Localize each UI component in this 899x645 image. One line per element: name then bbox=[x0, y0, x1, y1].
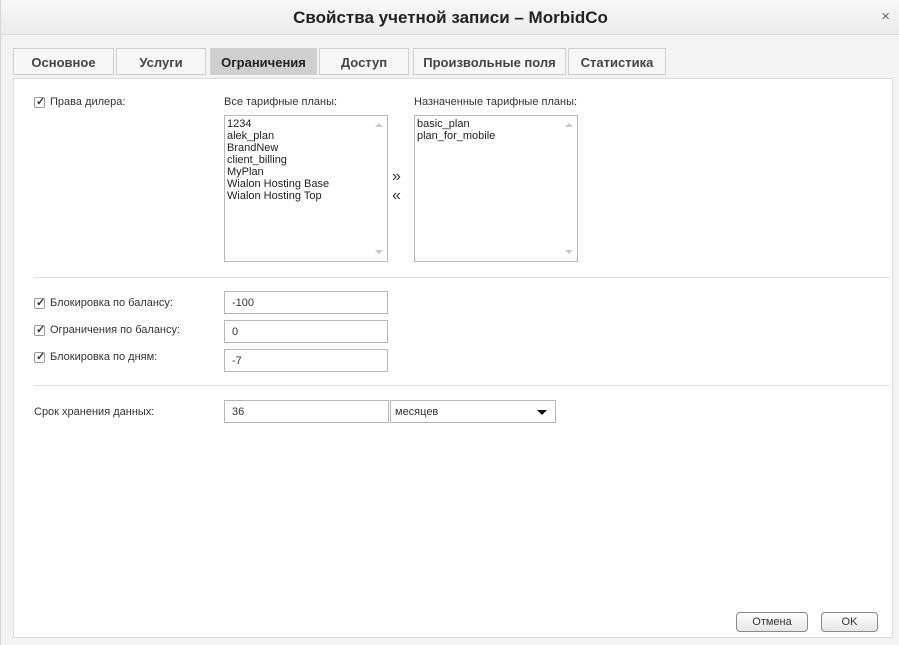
list-item[interactable]: basic_plan bbox=[417, 118, 495, 130]
assigned-plans-listbox[interactable]: basic_plan plan_for_mobile bbox=[414, 115, 578, 262]
balance-block-label: Блокировка по балансу: bbox=[50, 297, 173, 309]
caret-down-icon bbox=[537, 410, 547, 415]
list-item[interactable]: Wialon Hosting Base bbox=[227, 178, 329, 190]
scroll-down-icon[interactable] bbox=[565, 250, 573, 254]
restrictions-panel: Права дилера: Все тарифные планы: 1234 a… bbox=[13, 78, 893, 638]
list-item[interactable]: client_billing bbox=[227, 154, 329, 166]
storage-unit-select[interactable]: месяцев bbox=[390, 400, 556, 423]
tab-general[interactable]: Основное bbox=[13, 48, 114, 75]
title-bar: Свойства учетной записи – MorbidCo × bbox=[1, 0, 899, 35]
scroll-down-icon[interactable] bbox=[375, 250, 383, 254]
tab-services[interactable]: Услуги bbox=[116, 48, 206, 75]
list-item[interactable]: alek_plan bbox=[227, 130, 329, 142]
dialog-title: Свойства учетной записи – MorbidCo bbox=[293, 8, 608, 27]
days-block-input[interactable]: -7 bbox=[224, 349, 388, 372]
tab-custom-fields[interactable]: Произвольные поля bbox=[413, 48, 566, 75]
all-plans-label: Все тарифные планы: bbox=[224, 96, 338, 108]
section-divider bbox=[34, 277, 890, 278]
storage-unit-value: месяцев bbox=[395, 406, 439, 418]
balance-limit-label: Ограничения по балансу: bbox=[50, 324, 181, 336]
account-properties-dialog: Свойства учетной записи – MorbidCo × Осн… bbox=[0, 0, 899, 645]
assigned-plans-items: basic_plan plan_for_mobile bbox=[417, 118, 495, 142]
all-plans-listbox[interactable]: 1234 alek_plan BrandNew client_billing M… bbox=[224, 115, 388, 262]
scroll-up-icon[interactable] bbox=[565, 123, 573, 127]
remove-plan-button[interactable]: « bbox=[392, 188, 401, 204]
days-block-checkbox[interactable] bbox=[34, 350, 45, 363]
list-item[interactable]: Wialon Hosting Top bbox=[227, 190, 329, 202]
section-divider bbox=[34, 385, 890, 386]
dealer-rights-label: Права дилера: bbox=[50, 96, 126, 108]
balance-block-input[interactable]: -100 bbox=[224, 291, 388, 314]
close-icon[interactable]: × bbox=[881, 9, 890, 25]
balance-limit-checkbox[interactable] bbox=[34, 323, 45, 336]
storage-period-label: Срок хранения данных: bbox=[34, 406, 155, 418]
tab-statistics[interactable]: Статистика bbox=[568, 48, 666, 75]
list-item[interactable]: 1234 bbox=[227, 118, 329, 130]
dealer-rights-checkbox[interactable] bbox=[34, 95, 45, 108]
list-item[interactable]: BrandNew bbox=[227, 142, 329, 154]
assigned-plans-label: Назначенные тарифные планы: bbox=[414, 96, 578, 108]
balance-block-checkbox[interactable] bbox=[34, 296, 45, 309]
list-item[interactable]: plan_for_mobile bbox=[417, 130, 495, 142]
add-plan-button[interactable]: » bbox=[392, 169, 401, 185]
scroll-up-icon[interactable] bbox=[375, 123, 383, 127]
all-plans-items: 1234 alek_plan BrandNew client_billing M… bbox=[227, 118, 329, 202]
ok-button[interactable]: OK bbox=[821, 612, 878, 632]
storage-period-input[interactable]: 36 bbox=[224, 400, 389, 423]
tab-restrictions[interactable]: Ограничения bbox=[210, 48, 317, 75]
list-item[interactable]: MyPlan bbox=[227, 166, 329, 178]
balance-limit-input[interactable]: 0 bbox=[224, 320, 388, 343]
days-block-label: Блокировка по дням: bbox=[50, 351, 158, 363]
cancel-button[interactable]: Отмена bbox=[736, 612, 808, 632]
tab-access[interactable]: Доступ bbox=[319, 48, 409, 75]
